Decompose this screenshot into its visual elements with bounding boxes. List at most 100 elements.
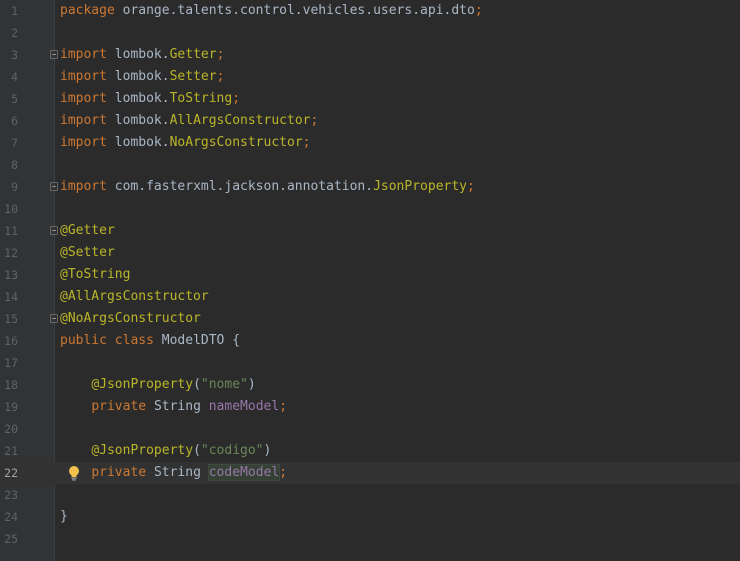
code-token: lombok. [114,113,170,128]
line-number: 10 [4,202,18,216]
code-line[interactable]: 6 import lombok.AllArgsConstructor; [0,110,740,132]
code-token: public [60,333,115,348]
code-line[interactable]: 25 [0,528,740,550]
code-line[interactable]: 24} [0,506,740,528]
code-token: Setter [169,69,217,84]
code-text[interactable]: import lombok.AllArgsConstructor; [60,110,318,132]
code-line[interactable]: 4 import lombok.Setter; [0,66,740,88]
code-line[interactable]: 16 public class ModelDTO { [0,330,740,352]
code-token: import [60,135,115,150]
code-line[interactable]: 2 [0,22,740,44]
code-token: ; [302,135,311,150]
code-token: "nome" [200,377,248,392]
code-line[interactable]: 18 @JsonProperty("nome") [0,374,740,396]
line-number: 20 [4,422,18,436]
line-number: 17 [4,356,18,370]
code-line[interactable]: 20 [0,418,740,440]
code-token: private [91,465,154,480]
code-token: @ToString [60,267,131,282]
line-number: 21 [4,444,18,458]
code-token: @NoArgsConstructor [60,311,201,326]
code-token: String [153,399,209,414]
code-text[interactable]: @Getter [60,220,115,242]
line-number: 15 [4,312,18,326]
code-text[interactable]: import lombok.ToString; [60,88,240,110]
code-token: lombok. [114,69,170,84]
line-number: 9 [11,180,18,194]
code-text[interactable]: import com.fasterxml.jackson.annotation.… [60,176,475,198]
code-text[interactable]: @ToString [60,264,130,286]
code-line[interactable]: 15 @NoArgsConstructor [0,308,740,330]
code-text[interactable]: @NoArgsConstructor [60,308,201,330]
code-line[interactable]: 10 [0,198,740,220]
code-line[interactable]: 8 [0,154,740,176]
line-number: 22 [4,466,18,480]
code-text[interactable]: import lombok.NoArgsConstructor; [60,132,310,154]
code-token: ModelDTO { [161,333,241,348]
code-text[interactable]: @Setter [60,242,115,264]
code-token: ) [247,377,256,392]
line-number: 13 [4,268,18,282]
code-line[interactable]: 12 @Setter [0,242,740,264]
code-text[interactable]: } [60,506,68,528]
code-token: @Getter [60,223,115,238]
code-text[interactable]: package orange.talents.control.vehicles.… [60,0,483,22]
line-number: 5 [11,92,18,106]
code-token: class [114,333,162,348]
code-token: ; [216,47,225,62]
code-line[interactable]: 9 import com.fasterxml.jackson.annotation… [0,176,740,198]
line-number: 14 [4,290,18,304]
fold-marker-icon[interactable] [50,182,58,191]
code-text[interactable]: public class ModelDTO { [60,330,240,352]
code-editor[interactable]: 1 package orange.talents.control.vehicles… [0,0,740,561]
code-token: package [60,3,123,18]
line-number: 12 [4,246,18,260]
line-number: 18 [4,378,18,392]
code-token: ; [310,113,319,128]
code-text[interactable]: @JsonProperty("nome") [60,374,256,396]
line-number: 19 [4,400,18,414]
code-token: ; [467,179,475,194]
code-line[interactable]: 1 package orange.talents.control.vehicles… [0,0,740,22]
fold-marker-icon[interactable] [50,226,58,235]
code-token: import [60,91,115,106]
code-token: com.fasterxml.jackson.annotation. [114,179,374,194]
code-token: @AllArgsConstructor [60,289,209,304]
code-area[interactable]: 1 package orange.talents.control.vehicles… [0,0,740,561]
code-token: ; [474,3,483,18]
code-text[interactable]: @AllArgsConstructor [60,286,209,308]
fold-marker-icon[interactable] [50,50,58,59]
code-token: orange.talents.control.vehicles.users.ap… [122,3,475,18]
code-line[interactable]: 19 private String nameModel; [0,396,740,418]
code-token: @JsonProperty [91,443,194,458]
code-token: ( [193,377,201,392]
code-line[interactable]: 23 [0,484,740,506]
line-number: 8 [11,158,18,172]
code-line[interactable]: 21 @JsonProperty("codigo") [0,440,740,462]
code-line[interactable]: 5 import lombok.ToString; [0,88,740,110]
fold-marker-icon[interactable] [50,314,58,323]
line-number: 1 [11,4,18,18]
line-number: 3 [11,48,18,62]
code-line[interactable]: 22 private String codeModel; [0,462,740,484]
code-line[interactable]: 11 @Getter [0,220,740,242]
code-line[interactable]: 13 @ToString [0,264,740,286]
code-text[interactable]: import lombok.Getter; [60,44,224,66]
code-text[interactable]: private String nameModel; [60,396,287,418]
code-token: AllArgsConstructor [169,113,311,128]
code-text[interactable]: import lombok.Setter; [60,66,224,88]
code-token: import [60,179,115,194]
code-text[interactable]: private String codeModel; [60,462,287,484]
code-line[interactable]: 17 [0,352,740,374]
code-line[interactable]: 7 import lombok.NoArgsConstructor; [0,132,740,154]
line-number: 25 [4,532,18,546]
code-token: lombok. [114,91,170,106]
code-line[interactable]: 14 @AllArgsConstructor [0,286,740,308]
code-line[interactable]: 3 import lombok.Getter; [0,44,740,66]
code-token: JsonProperty [373,179,467,194]
code-text[interactable]: @JsonProperty("codigo") [60,440,271,462]
